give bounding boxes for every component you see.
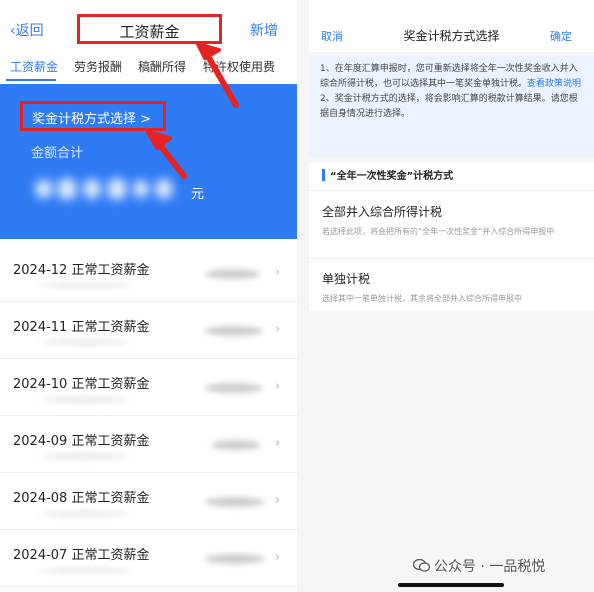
confirm-button[interactable]: 确定 [550,28,572,44]
policy-link[interactable]: 查看政策说明 [527,79,581,89]
blurred-subtext [40,510,140,518]
record-label: 2024-10 正常工资薪金 [13,377,150,392]
salary-record-list: 2024-12 正常工资薪金 › 2024-11 正常工资薪金 › 2024-1… [0,245,297,587]
bonus-method-section: “全年一次性奖金”计税方式 全部并入综合所得计税 若选择此项，将会把所有的“全年… [309,163,594,311]
blurred-value [205,381,267,395]
wechat-icon [413,559,430,572]
chevron-right-icon: › [275,436,281,451]
option-title: 单独计税 [322,272,371,286]
list-item[interactable]: 2024-08 正常工资薪金 › [0,473,297,530]
amount-label: 金额合计 [31,146,84,161]
bonus-method-screen: 取消 奖金计税方式选择 确定 1、在年度汇算申报时，您可重新选择将全年一次性奖金… [309,0,594,592]
blurred-value [205,495,267,509]
nav-bar: 取消 奖金计税方式选择 确定 [309,0,594,52]
blurred-amount [31,170,181,206]
option-combined[interactable]: 全部并入综合所得计税 若选择此项，将会把所有的“全年一次性奖金”并入综合所得申报… [322,203,582,239]
tab-royalty[interactable]: 稿酬所得 [138,58,186,75]
title-highlight-box: 工资薪金 [77,14,222,44]
chevron-right-icon: › [275,265,281,280]
section-accent-bar [322,169,325,181]
list-item[interactable]: 2024-11 正常工资薪金 › [0,302,297,359]
tab-labor[interactable]: 劳务报酬 [74,58,122,75]
notice-line-1: 1、在年度汇算申报时，您可重新选择将全年一次性奖金收入并入综合所得计税，也可以选… [320,62,583,92]
watermark-text: 公众号 · 一品税悦 [434,559,546,575]
chevron-right-icon: › [275,493,281,508]
option-desc: 选择其中一笔单独计税，其余将全部并入综合所得申报中 [322,294,522,303]
blurred-value [205,438,267,452]
nav-bar: ‹返回 工资薪金 新增 [0,0,297,44]
chevron-right-icon: › [275,322,281,337]
record-label: 2024-09 正常工资薪金 [13,434,150,449]
divider [309,258,594,259]
option-title: 全部并入综合所得计税 [322,205,443,219]
blurred-subtext [40,282,140,290]
blurred-value [205,267,267,281]
option-desc: 若选择此项，将会把所有的“全年一次性奖金”并入综合所得申报中 [322,227,555,236]
record-label: 2024-07 正常工资薪金 [13,548,150,563]
record-label: 2024-11 正常工资薪金 [13,320,150,335]
section-title: “全年一次性奖金”计税方式 [330,171,454,182]
list-item[interactable]: 2024-12 正常工资薪金 › [0,245,297,302]
notice-box: 1、在年度汇算申报时，您可重新选择将全年一次性奖金收入并入综合所得计税，也可以选… [309,56,594,158]
page-title: 工资薪金 [119,23,180,41]
chevron-right-icon: › [275,379,281,394]
record-label: 2024-08 正常工资薪金 [13,491,150,506]
watermark: 公众号 · 一品税悦 [413,556,545,576]
list-item[interactable]: 2024-10 正常工资薪金 › [0,359,297,416]
blurred-subtext [40,453,140,461]
amount-currency: 元 [191,187,205,202]
blurred-value [205,552,267,566]
list-item[interactable]: 2024-09 正常工资薪金 › [0,416,297,473]
blurred-subtext [40,396,140,404]
tab-license-fee[interactable]: 特许权使用费 [203,58,275,75]
income-tabs: 工资薪金 劳务报酬 稿酬所得 特许权使用费 [0,52,297,82]
panel-divider [297,0,309,592]
bonus-method-link[interactable]: 奖金计税方式选择 > [32,108,151,127]
salary-screen: ‹返回 工资薪金 新增 工资薪金 劳务报酬 稿酬所得 特许权使用费 奖金计税方式… [0,0,297,592]
blurred-subtext [40,567,140,575]
divider [309,190,594,191]
option-separate[interactable]: 单独计税 选择其中一笔单独计税，其余将全部并入综合所得申报中 [322,270,582,306]
blurred-subtext [40,339,140,347]
add-button[interactable]: 新增 [250,20,278,40]
active-tab-indicator [6,79,56,81]
back-label: 返回 [15,23,44,39]
record-label: 2024-12 正常工资薪金 [13,263,150,278]
tab-salary[interactable]: 工资薪金 [10,58,58,75]
list-item[interactable]: 2024-07 正常工资薪金 › [0,530,297,587]
blurred-value [205,324,267,338]
chevron-right-icon: › [275,550,281,565]
home-indicator [398,583,504,587]
back-button[interactable]: ‹返回 [10,20,44,40]
method-highlight-box[interactable]: 奖金计税方式选择 > [20,101,166,131]
notice-line-2: 2、奖金计税方式的选择，将会影响汇算的税款计算结果。请您根据自身情况进行选择。 [320,94,578,119]
